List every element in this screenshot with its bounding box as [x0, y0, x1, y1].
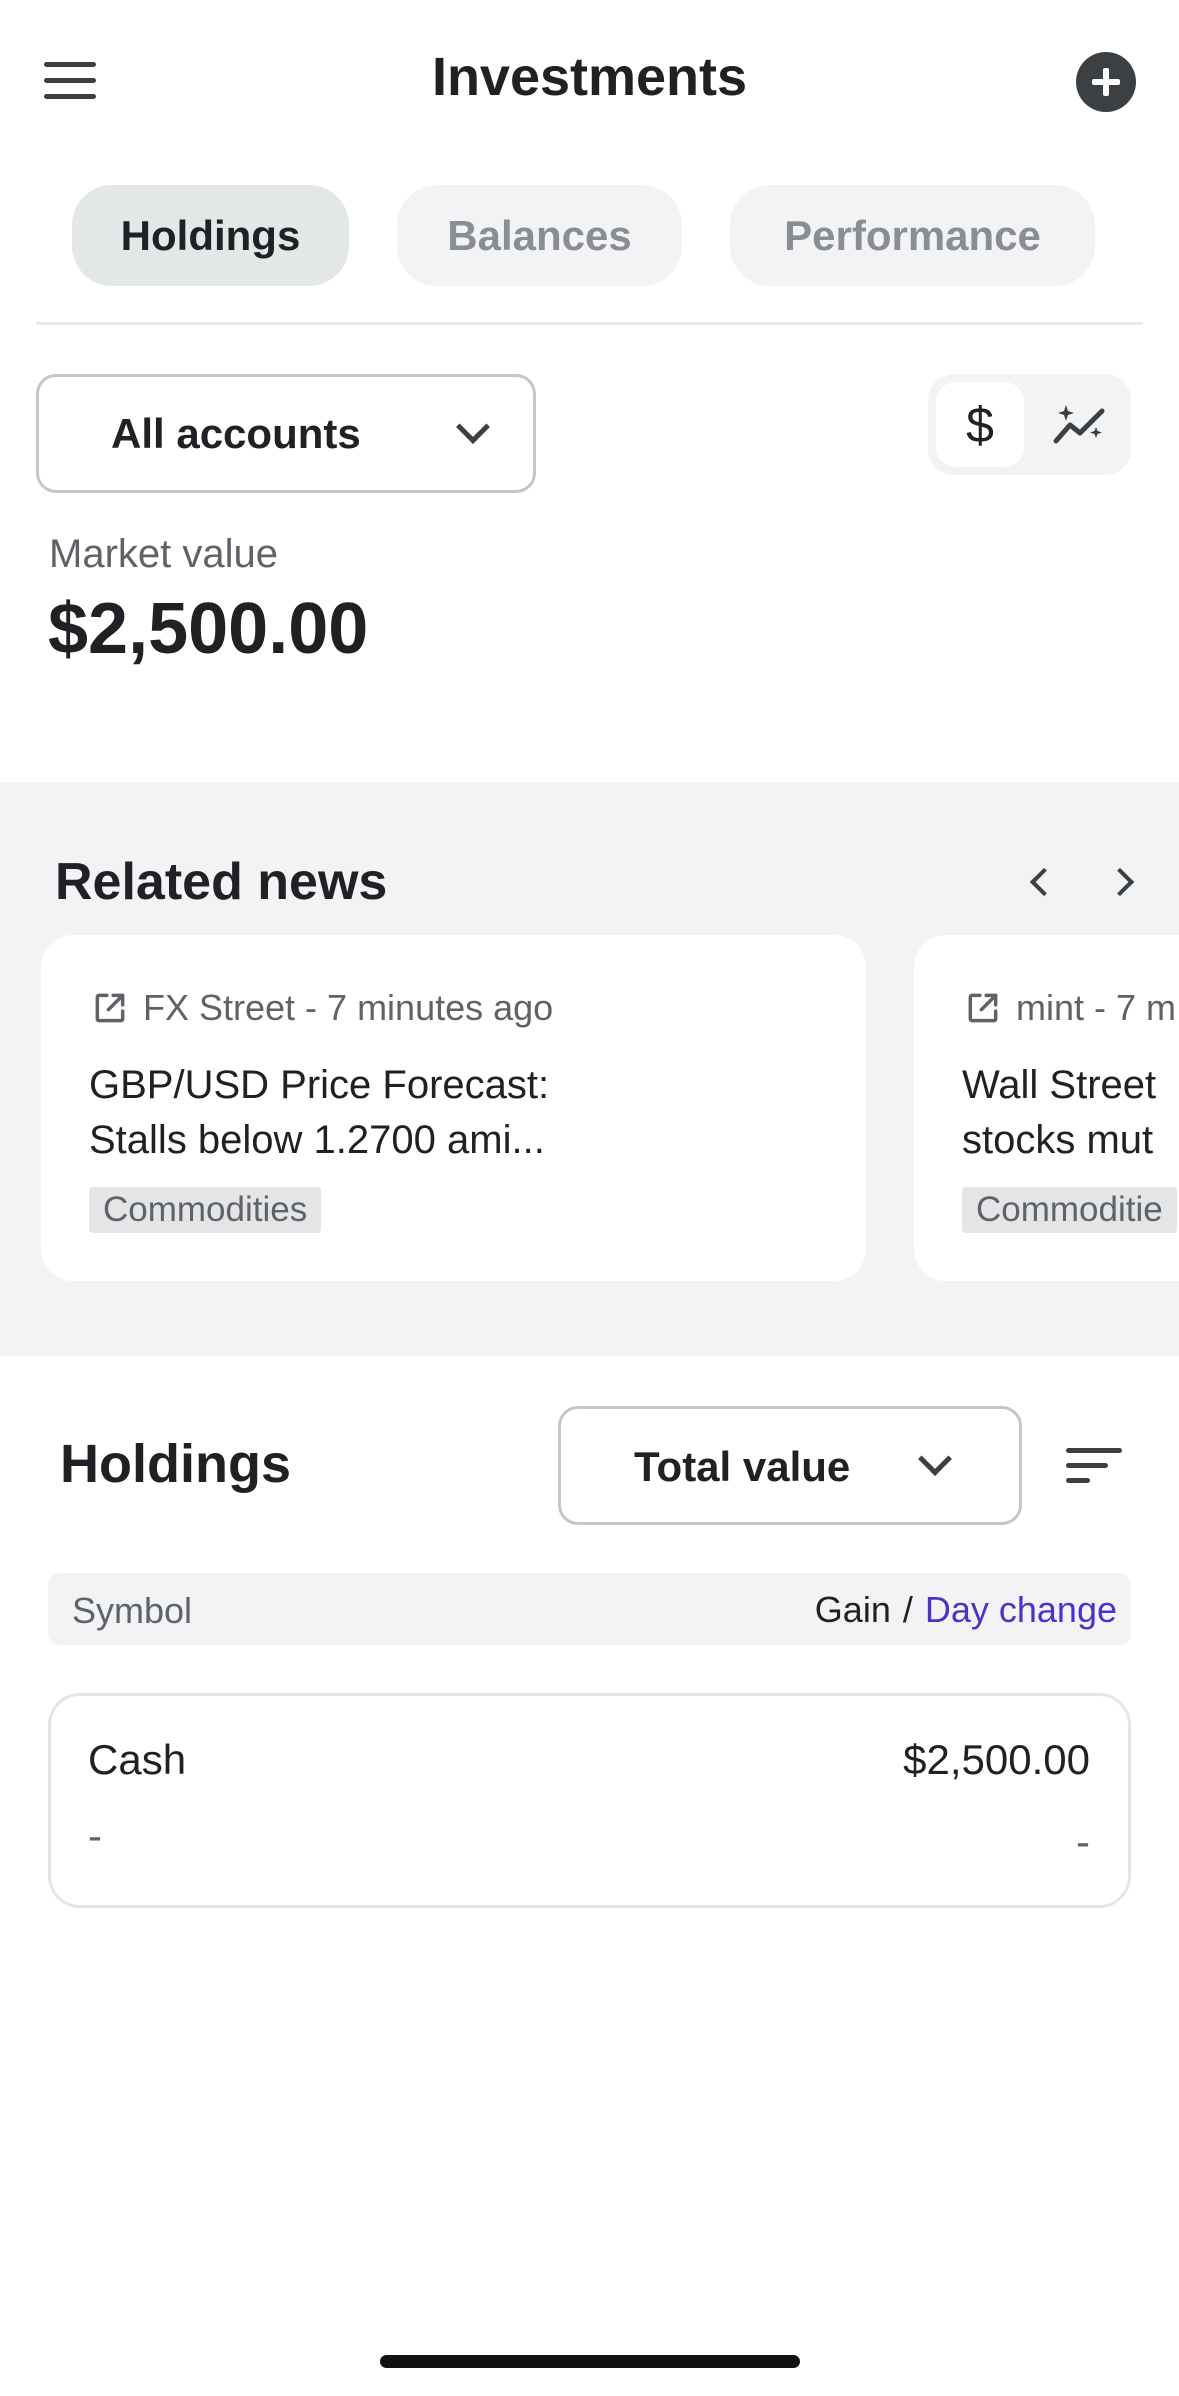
external-link-icon: [95, 993, 125, 1023]
dollar-sign-icon[interactable]: $: [936, 382, 1024, 467]
news-source: FX Street - 7 minutes ago: [143, 987, 554, 1028]
chevron-down-icon: [456, 410, 490, 444]
tab-performance[interactable]: Performance: [730, 185, 1095, 286]
column-day-change[interactable]: Day change: [925, 1589, 1117, 1631]
tab-balances[interactable]: Balances: [397, 185, 682, 286]
news-source: mint - 7 m: [1016, 987, 1177, 1028]
home-indicator[interactable]: [380, 2355, 800, 2368]
holding-value: $2,500.00: [903, 1736, 1090, 1783]
sort-icon[interactable]: [1066, 1446, 1122, 1486]
holding-name: Cash: [88, 1736, 187, 1783]
holding-day-change: -: [1076, 1818, 1090, 1865]
column-gain[interactable]: Gain: [815, 1589, 891, 1631]
news-card[interactable]: mint - 7 m Wall Street stocks mut Commod…: [914, 935, 1179, 1281]
news-headline: Wall Street stocks mut: [962, 1063, 1157, 1162]
holding-gain: -: [88, 1812, 102, 1859]
account-select[interactable]: All accounts: [36, 374, 536, 493]
view-toggle: $: [928, 374, 1131, 475]
tab-divider: [36, 322, 1143, 325]
page-title: Investments: [431, 47, 748, 107]
column-symbol: Symbol: [72, 1590, 193, 1631]
sort-by-label: Total value: [634, 1443, 851, 1490]
news-tag: Commodities: [89, 1187, 322, 1233]
account-select-label: All accounts: [111, 409, 361, 457]
app-header: Investments: [0, 0, 1179, 165]
news-headline: GBP/USD Price Forecast: Stalls below 1.2…: [89, 1063, 550, 1162]
chevron-right-icon[interactable]: [1105, 867, 1135, 897]
news-card[interactable]: FX Street - 7 minutes ago GBP/USD Price …: [41, 935, 866, 1281]
holdings-table-header: Symbol Gain / Day change: [48, 1573, 1131, 1645]
news-tag: Commoditie: [962, 1187, 1177, 1233]
sparkle-trend-icon[interactable]: [1036, 382, 1124, 467]
related-news-title: Related news: [55, 853, 388, 911]
column-separator: /: [902, 1589, 913, 1630]
sort-by-select[interactable]: Total value: [558, 1406, 1022, 1525]
holdings-title: Holdings: [60, 1434, 291, 1494]
related-news-section: Related news FX Street - 7 minutes ago G…: [0, 782, 1179, 1356]
table-row[interactable]: Cash $2,500.00 - -: [48, 1693, 1131, 1908]
external-link-icon: [968, 993, 998, 1023]
chevron-left-icon[interactable]: [1029, 867, 1059, 897]
market-value-amount: $2,500.00: [48, 589, 369, 669]
chevron-down-icon: [918, 1442, 952, 1476]
tab-holdings[interactable]: Holdings: [72, 185, 349, 286]
market-value-label: Market value: [49, 532, 278, 576]
add-button[interactable]: [1076, 52, 1136, 112]
